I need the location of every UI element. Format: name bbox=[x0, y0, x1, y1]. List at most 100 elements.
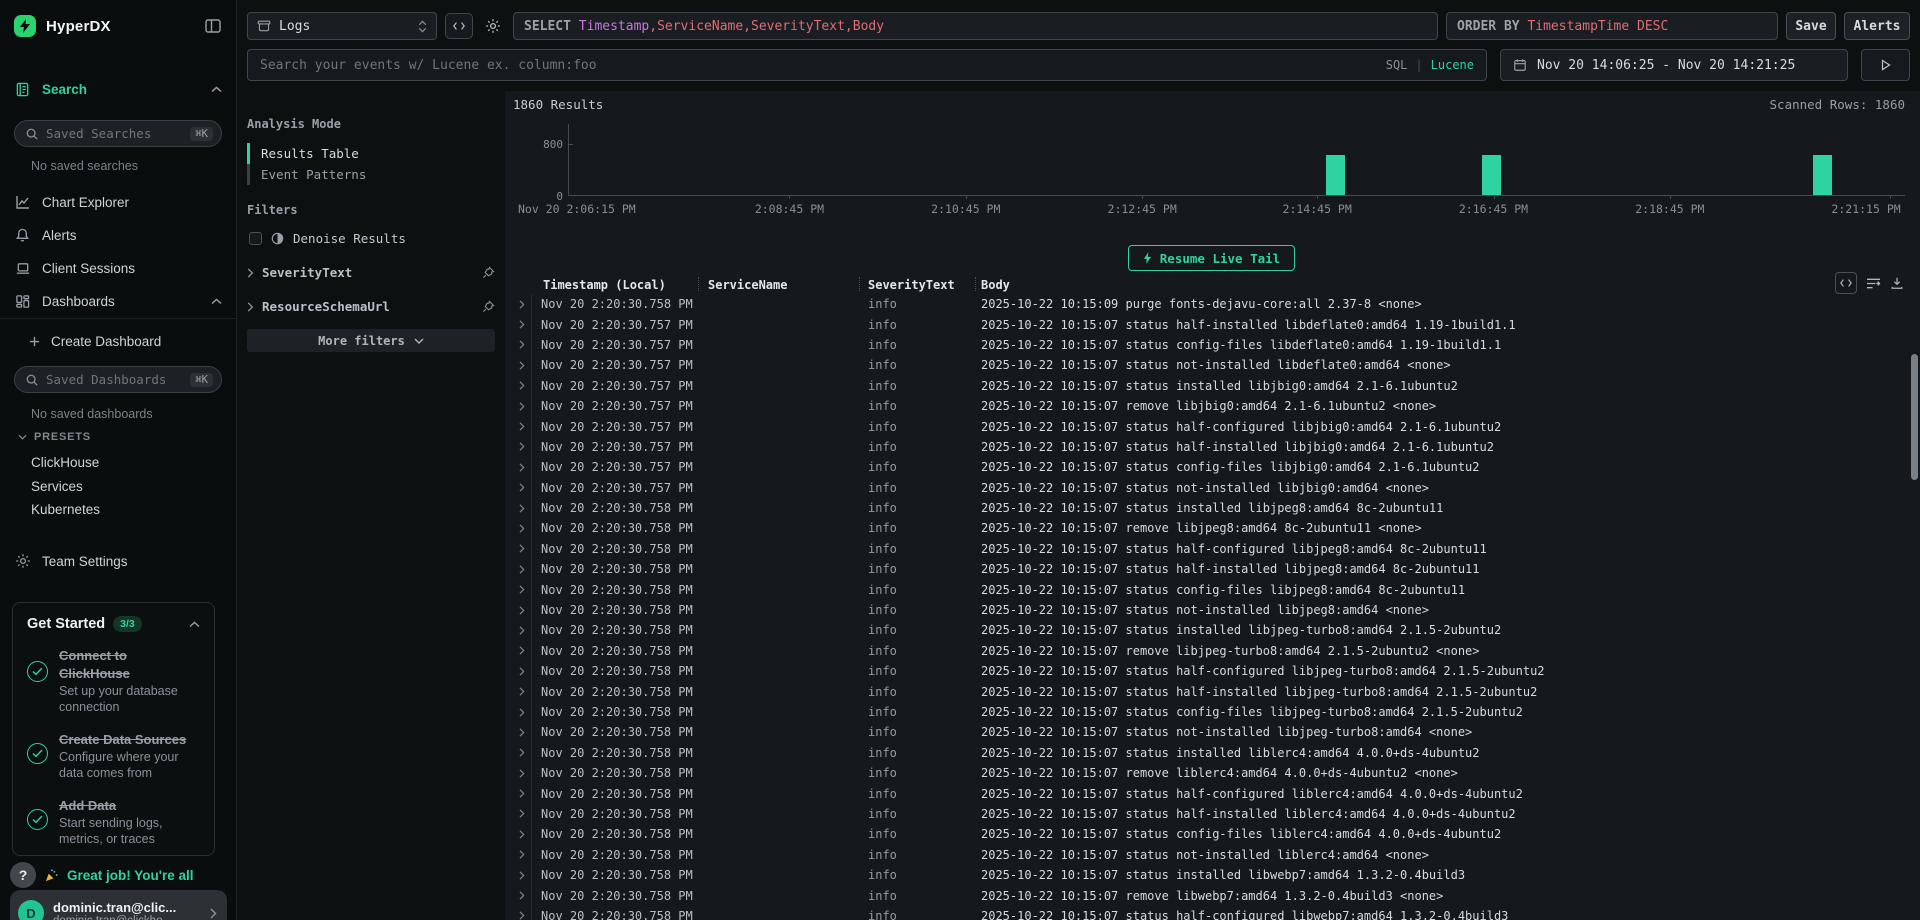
table-row[interactable]: Nov 20 2:20:30.758 PM info 2025-10-22 10… bbox=[513, 743, 1910, 763]
row-expand-chevron[interactable] bbox=[513, 355, 532, 375]
row-expand-chevron[interactable] bbox=[513, 314, 532, 334]
table-row[interactable]: Nov 20 2:20:30.758 PM info 2025-10-22 10… bbox=[513, 804, 1910, 824]
get-started-task[interactable]: Add Data Start sending logs, metrics, or… bbox=[27, 797, 200, 848]
sidebar-item-chart-explorer[interactable]: Chart Explorer bbox=[14, 191, 222, 213]
chevron-up-icon[interactable] bbox=[189, 621, 200, 628]
save-button[interactable]: Save bbox=[1786, 12, 1836, 40]
get-started-task[interactable]: Create Data Sources Configure where your… bbox=[27, 731, 200, 782]
row-expand-chevron[interactable] bbox=[513, 865, 532, 885]
row-expand-chevron[interactable] bbox=[513, 661, 532, 681]
histogram-bar[interactable] bbox=[1482, 155, 1501, 195]
table-row[interactable]: Nov 20 2:20:30.758 PM info 2025-10-22 10… bbox=[513, 681, 1910, 701]
select-columns-input[interactable]: SELECT Timestamp ,ServiceName,SeverityTe… bbox=[513, 12, 1438, 40]
alerts-button[interactable]: Alerts bbox=[1844, 12, 1910, 40]
table-row[interactable]: Nov 20 2:20:30.758 PM info 2025-10-22 10… bbox=[513, 661, 1910, 681]
more-filters-button[interactable]: More filters bbox=[247, 329, 495, 352]
sidebar-item-dashboards[interactable]: Dashboards bbox=[14, 290, 222, 312]
column-resize-handle[interactable] bbox=[975, 277, 976, 291]
table-row[interactable]: Nov 20 2:20:30.758 PM info 2025-10-22 10… bbox=[513, 539, 1910, 559]
run-query-button[interactable] bbox=[1861, 49, 1910, 81]
language-sql-option[interactable]: SQL bbox=[1386, 58, 1408, 72]
row-expand-chevron[interactable] bbox=[513, 804, 532, 824]
row-expand-chevron[interactable] bbox=[513, 620, 532, 640]
table-row[interactable]: Nov 20 2:20:30.758 PM info 2025-10-22 10… bbox=[513, 906, 1910, 920]
table-row[interactable]: Nov 20 2:20:30.758 PM info 2025-10-22 10… bbox=[513, 579, 1910, 599]
row-expand-chevron[interactable] bbox=[513, 294, 532, 314]
wrap-lines-button[interactable] bbox=[1866, 277, 1881, 290]
preset-dashboard-kubernetes[interactable]: Kubernetes bbox=[31, 502, 222, 517]
table-row[interactable]: Nov 20 2:20:30.758 PM info 2025-10-22 10… bbox=[513, 600, 1910, 620]
table-row[interactable]: Nov 20 2:20:30.757 PM info 2025-10-22 10… bbox=[513, 355, 1910, 375]
column-resize-handle[interactable] bbox=[859, 277, 860, 291]
table-row[interactable]: Nov 20 2:20:30.758 PM info 2025-10-22 10… bbox=[513, 824, 1910, 844]
row-expand-chevron[interactable] bbox=[513, 579, 532, 599]
time-range-picker[interactable]: Nov 20 14:06:25 - Nov 20 14:21:25 bbox=[1500, 49, 1848, 81]
row-expand-chevron[interactable] bbox=[513, 824, 532, 844]
table-row[interactable]: Nov 20 2:20:30.757 PM info 2025-10-22 10… bbox=[513, 416, 1910, 436]
table-row[interactable]: Nov 20 2:20:30.758 PM info 2025-10-22 10… bbox=[513, 885, 1910, 905]
sidebar-item-team-settings[interactable]: Team Settings bbox=[14, 550, 222, 572]
row-expand-chevron[interactable] bbox=[513, 539, 532, 559]
vertical-scrollbar-thumb[interactable] bbox=[1911, 354, 1918, 480]
table-row[interactable]: Nov 20 2:20:30.758 PM info 2025-10-22 10… bbox=[513, 620, 1910, 640]
chevron-up-icon[interactable] bbox=[211, 86, 222, 93]
download-button[interactable] bbox=[1890, 276, 1904, 290]
table-row[interactable]: Nov 20 2:20:30.757 PM info 2025-10-22 10… bbox=[513, 335, 1910, 355]
row-expand-chevron[interactable] bbox=[513, 722, 532, 742]
table-row[interactable]: Nov 20 2:20:30.758 PM info 2025-10-22 10… bbox=[513, 763, 1910, 783]
row-expand-chevron[interactable] bbox=[513, 702, 532, 722]
table-row[interactable]: Nov 20 2:20:30.758 PM info 2025-10-22 10… bbox=[513, 722, 1910, 742]
table-row[interactable]: Nov 20 2:20:30.758 PM info 2025-10-22 10… bbox=[513, 294, 1910, 314]
help-button[interactable]: ? bbox=[10, 862, 36, 888]
table-columns-code-button[interactable] bbox=[1835, 272, 1857, 294]
source-select[interactable]: Logs bbox=[247, 12, 437, 40]
table-row[interactable]: Nov 20 2:20:30.758 PM info 2025-10-22 10… bbox=[513, 702, 1910, 722]
facet-severitytext[interactable]: SeverityText bbox=[247, 265, 495, 280]
row-expand-chevron[interactable] bbox=[513, 600, 532, 620]
user-account-row[interactable]: D dominic.tran@clic... dominic.tran@clic… bbox=[10, 890, 227, 920]
saved-searches-input[interactable]: Saved Searches ⌘K bbox=[14, 120, 222, 147]
table-row[interactable]: Nov 20 2:20:30.758 PM info 2025-10-22 10… bbox=[513, 498, 1910, 518]
histogram-bar[interactable] bbox=[1813, 155, 1832, 195]
source-settings-button[interactable] bbox=[481, 13, 505, 39]
row-expand-chevron[interactable] bbox=[513, 518, 532, 538]
event-search-input[interactable]: Search your events w/ Lucene ex. column:… bbox=[247, 49, 1487, 81]
table-row[interactable]: Nov 20 2:20:30.757 PM info 2025-10-22 10… bbox=[513, 478, 1910, 498]
row-expand-chevron[interactable] bbox=[513, 641, 532, 661]
row-expand-chevron[interactable] bbox=[513, 376, 532, 396]
sidebar-item-alerts[interactable]: Alerts bbox=[14, 224, 222, 246]
row-expand-chevron[interactable] bbox=[513, 681, 532, 701]
row-expand-chevron[interactable] bbox=[513, 743, 532, 763]
sidebar-item-search[interactable]: Search bbox=[14, 78, 222, 100]
pin-icon[interactable] bbox=[482, 266, 495, 279]
table-row[interactable]: Nov 20 2:20:30.757 PM info 2025-10-22 10… bbox=[513, 457, 1910, 477]
sidebar-collapse-icon[interactable] bbox=[204, 17, 222, 35]
row-expand-chevron[interactable] bbox=[513, 416, 532, 436]
sidebar-item-client-sessions[interactable]: Client Sessions bbox=[14, 257, 222, 279]
language-lucene-option[interactable]: Lucene bbox=[1431, 58, 1474, 72]
table-row[interactable]: Nov 20 2:20:30.758 PM info 2025-10-22 10… bbox=[513, 783, 1910, 803]
table-row[interactable]: Nov 20 2:20:30.758 PM info 2025-10-22 10… bbox=[513, 559, 1910, 579]
row-expand-chevron[interactable] bbox=[513, 396, 532, 416]
order-by-input[interactable]: ORDER BY TimestampTime DESC bbox=[1446, 12, 1778, 40]
table-row[interactable]: Nov 20 2:20:30.758 PM info 2025-10-22 10… bbox=[513, 865, 1910, 885]
facet-resourceschemaurl[interactable]: ResourceSchemaUrl bbox=[247, 299, 495, 314]
table-row[interactable]: Nov 20 2:20:30.758 PM info 2025-10-22 10… bbox=[513, 845, 1910, 865]
preset-dashboard-clickhouse[interactable]: ClickHouse bbox=[31, 455, 222, 470]
resume-live-tail-button[interactable]: Resume Live Tail bbox=[1128, 245, 1295, 271]
table-row[interactable]: Nov 20 2:20:30.757 PM info 2025-10-22 10… bbox=[513, 314, 1910, 334]
get-started-task[interactable]: Connect to ClickHouse Set up your databa… bbox=[27, 647, 200, 716]
pin-icon[interactable] bbox=[482, 300, 495, 313]
edit-source-button[interactable] bbox=[445, 13, 473, 39]
saved-dashboards-input[interactable]: Saved Dashboards ⌘K bbox=[14, 366, 222, 393]
row-expand-chevron[interactable] bbox=[513, 906, 532, 920]
denoise-checkbox[interactable] bbox=[249, 232, 262, 245]
create-dashboard-button[interactable]: Create Dashboard bbox=[28, 330, 222, 352]
table-row[interactable]: Nov 20 2:20:30.757 PM info 2025-10-22 10… bbox=[513, 396, 1910, 416]
row-expand-chevron[interactable] bbox=[513, 763, 532, 783]
row-expand-chevron[interactable] bbox=[513, 437, 532, 457]
row-expand-chevron[interactable] bbox=[513, 845, 532, 865]
histogram-bar[interactable] bbox=[1326, 155, 1345, 195]
chevron-up-icon[interactable] bbox=[211, 298, 222, 305]
row-expand-chevron[interactable] bbox=[513, 559, 532, 579]
